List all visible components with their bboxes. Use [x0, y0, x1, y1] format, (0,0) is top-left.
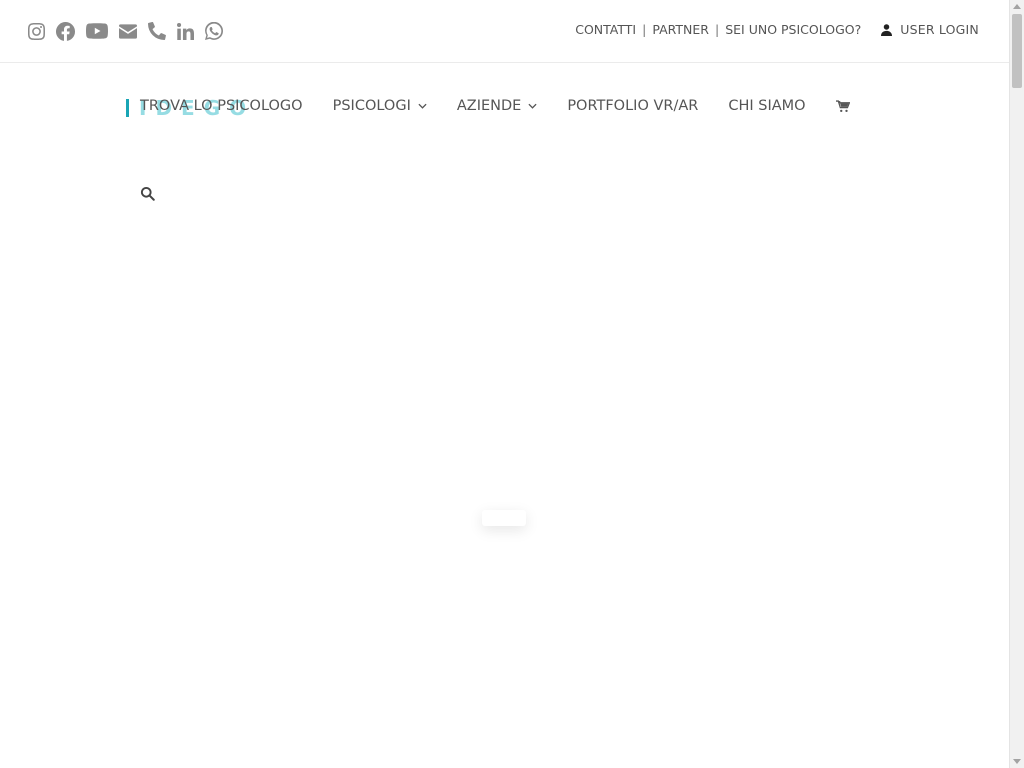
nav-item-label: PSICOLOGI: [332, 98, 411, 114]
user-login-link[interactable]: USER LOGIN: [881, 22, 979, 37]
chevron-down-icon: [418, 103, 427, 109]
top-links: CONTATTI | PARTNER | SEI UNO PSICOLOGO? …: [575, 22, 979, 37]
nav-item-chi-siamo[interactable]: CHI SIAMO: [728, 98, 805, 114]
whatsapp-icon[interactable]: [205, 19, 223, 43]
logo-bar: [126, 99, 129, 117]
user-login-label: USER LOGIN: [900, 22, 979, 37]
main-nav: TROVA LO PSICOLOGO PSICOLOGI AZIENDE POR…: [140, 98, 850, 114]
social-links: [28, 19, 234, 43]
top-bar: CONTATTI | PARTNER | SEI UNO PSICOLOGO? …: [0, 0, 1009, 63]
chevron-down-icon: [528, 103, 537, 109]
page: CONTATTI | PARTNER | SEI UNO PSICOLOGO? …: [0, 0, 1009, 768]
nav-item-aziende[interactable]: AZIENDE: [457, 98, 537, 114]
nav-item-portfolio-vr-ar[interactable]: PORTFOLIO VR/AR: [567, 98, 698, 114]
separator: |: [714, 22, 720, 37]
nav-item-label: TROVA LO PSICOLOGO: [140, 98, 303, 114]
envelope-icon[interactable]: [119, 19, 137, 43]
loading-indicator: [482, 510, 526, 526]
instagram-icon[interactable]: [28, 19, 45, 43]
contatti-link[interactable]: CONTATTI: [575, 22, 636, 37]
phone-icon[interactable]: [148, 19, 166, 43]
nav-item-label: AZIENDE: [456, 98, 522, 114]
nav-item-label: PORTFOLIO VR/AR: [567, 98, 699, 114]
youtube-icon[interactable]: [86, 19, 108, 43]
scroll-down-icon[interactable]: [1013, 759, 1021, 764]
scroll-up-icon[interactable]: [1013, 4, 1021, 9]
nav-item-label: CHI SIAMO: [728, 98, 806, 114]
nav-item-trova-lo-psicologo[interactable]: TROVA LO PSICOLOGO: [140, 98, 303, 114]
scrollbar[interactable]: [1009, 0, 1024, 768]
linkedin-icon[interactable]: [177, 19, 194, 43]
partner-link[interactable]: PARTNER: [652, 22, 709, 37]
sei-uno-psicologo-link[interactable]: SEI UNO PSICOLOGO?: [725, 22, 861, 37]
separator: |: [642, 22, 647, 37]
cart-icon[interactable]: [835, 99, 850, 113]
scrollbar-thumb[interactable]: [1012, 14, 1022, 88]
user-icon: [881, 23, 893, 36]
nav-item-psicologi[interactable]: PSICOLOGI: [333, 98, 427, 114]
facebook-icon[interactable]: [56, 19, 75, 43]
search-icon[interactable]: [140, 186, 155, 201]
